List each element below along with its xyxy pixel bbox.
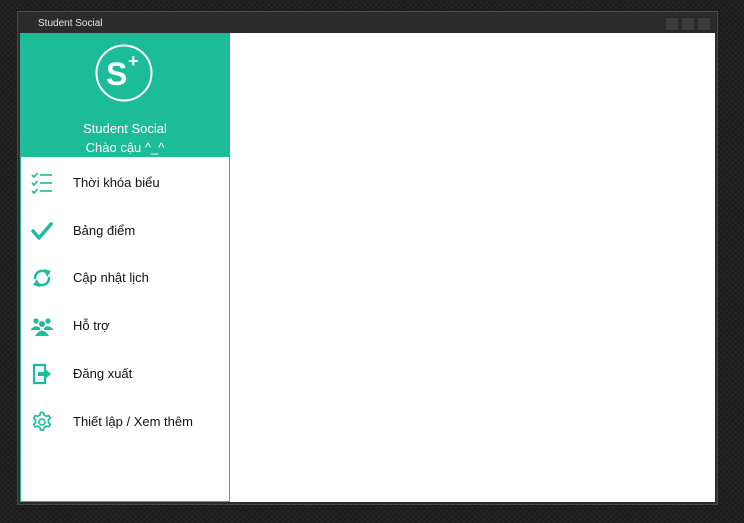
menu-item-label: Hỗ trợ — [73, 318, 110, 333]
menu-item-label: Thiết lập / Xem thêm — [73, 414, 193, 429]
main-content-area — [230, 33, 715, 502]
refresh-icon — [33, 269, 51, 287]
maximize-button[interactable] — [681, 17, 695, 31]
app-window: Student Social S + Student Social Chào c… — [17, 11, 718, 505]
greeting-text: Chào cậu ^_^ — [85, 140, 165, 155]
app-name: Student Social — [83, 121, 167, 136]
gear-icon — [32, 411, 52, 431]
logo-plus: + — [128, 51, 139, 71]
menu-item-grades[interactable]: Bảng điểm — [21, 208, 229, 254]
menu-item-support[interactable]: Hỗ trợ — [21, 303, 229, 349]
menu-item-timetable[interactable]: Thời khóa biểu — [21, 160, 229, 206]
minimize-button[interactable] — [665, 17, 679, 31]
app-logo: S + — [95, 44, 153, 102]
window-title: Student Social — [38, 18, 103, 29]
menu-item-label: Bảng điểm — [73, 223, 136, 238]
checklist-icon — [31, 172, 52, 194]
menu-item-settings[interactable]: Thiết lập / Xem thêm — [21, 399, 229, 445]
menu-item-label: Thời khóa biểu — [73, 175, 160, 190]
title-bar[interactable]: Student Social — [18, 12, 717, 33]
sidebar: S + Student Social Chào cậu ^_^ Thời khó… — [20, 33, 230, 502]
logout-icon — [32, 363, 51, 385]
menu-item-logout[interactable]: Đăng xuất — [21, 351, 229, 397]
sidebar-header: S + Student Social Chào cậu ^_^ — [21, 33, 229, 157]
logo-letter: S — [106, 56, 127, 92]
close-button[interactable] — [697, 17, 711, 31]
checkmark-icon — [31, 222, 53, 240]
client-area: S + Student Social Chào cậu ^_^ Thời khó… — [20, 33, 715, 502]
menu-item-label: Đăng xuất — [73, 366, 133, 381]
group-icon — [31, 318, 53, 336]
menu-item-label: Cập nhật lịch — [73, 270, 149, 285]
menu-item-update-schedule[interactable]: Cập nhật lịch — [21, 255, 229, 301]
